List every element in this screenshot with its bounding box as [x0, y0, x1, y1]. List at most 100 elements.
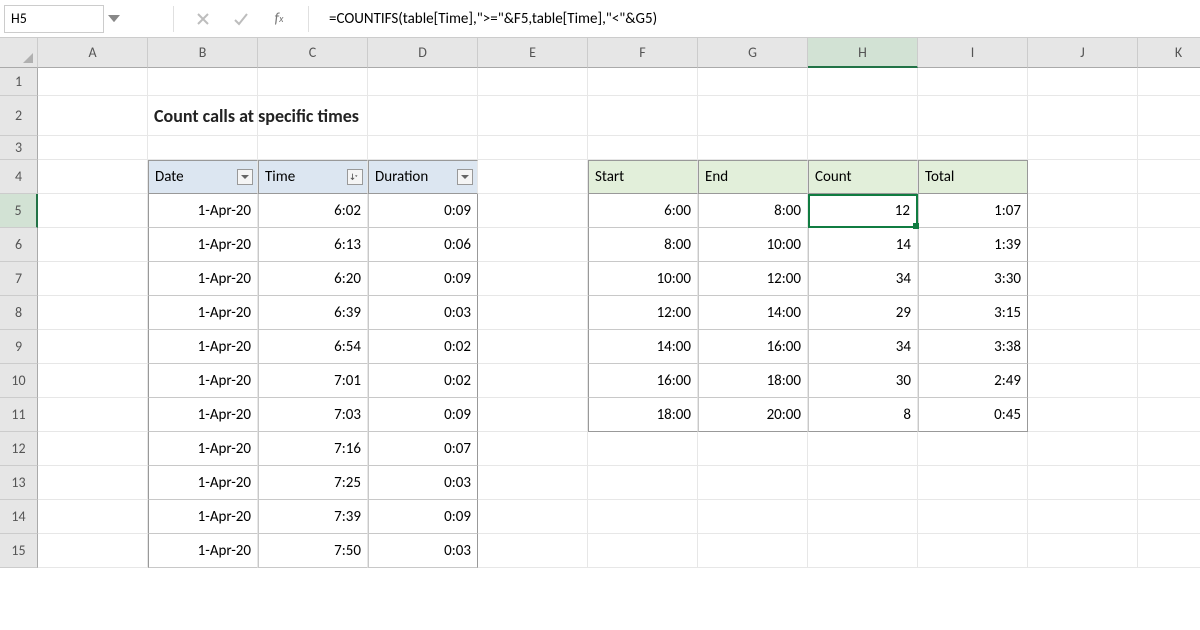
- cell-D2[interactable]: [368, 96, 478, 136]
- table2-cell-end-4[interactable]: 16:00: [698, 330, 808, 364]
- cell-E12[interactable]: [478, 432, 588, 466]
- name-box[interactable]: H5: [4, 5, 104, 33]
- column-header-F[interactable]: F: [588, 38, 698, 68]
- cell-J10[interactable]: [1028, 364, 1138, 398]
- enter-button[interactable]: [226, 4, 256, 34]
- table1-cell-dur-2[interactable]: 0:09: [368, 262, 478, 296]
- cell-A9[interactable]: [38, 330, 148, 364]
- page-title[interactable]: Count calls at specific times: [148, 96, 258, 136]
- table2-cell-count-4[interactable]: 34: [808, 330, 918, 364]
- table1-filter-time[interactable]: [347, 169, 363, 185]
- cell-A1[interactable]: [38, 68, 148, 96]
- table2-cell-end-1[interactable]: 10:00: [698, 228, 808, 262]
- table1-cell-date-5[interactable]: 1-Apr-20: [148, 364, 258, 398]
- table2-cell-total-0[interactable]: 1:07: [918, 194, 1028, 228]
- table2-cell-start-6[interactable]: 18:00: [588, 398, 698, 432]
- cell-C2[interactable]: [258, 96, 368, 136]
- row-header-15[interactable]: 15: [0, 534, 38, 568]
- cell-I1[interactable]: [918, 68, 1028, 96]
- cells-area[interactable]: Count calls at specific timesDateTimeDur…: [38, 68, 1200, 630]
- cell-J5[interactable]: [1028, 194, 1138, 228]
- cell-J1[interactable]: [1028, 68, 1138, 96]
- cell-E9[interactable]: [478, 330, 588, 364]
- cell-A12[interactable]: [38, 432, 148, 466]
- cell-G15[interactable]: [698, 534, 808, 568]
- cell-I14[interactable]: [918, 500, 1028, 534]
- cell-J6[interactable]: [1028, 228, 1138, 262]
- cell-K4[interactable]: [1138, 160, 1200, 194]
- row-header-8[interactable]: 8: [0, 296, 38, 330]
- cell-J2[interactable]: [1028, 96, 1138, 136]
- column-header-C[interactable]: C: [258, 38, 368, 68]
- cell-A8[interactable]: [38, 296, 148, 330]
- cell-K12[interactable]: [1138, 432, 1200, 466]
- table2-header-total[interactable]: Total: [918, 160, 1028, 194]
- cell-E11[interactable]: [478, 398, 588, 432]
- table1-cell-time-1[interactable]: 6:13: [258, 228, 368, 262]
- table1-cell-time-0[interactable]: 6:02: [258, 194, 368, 228]
- cell-E7[interactable]: [478, 262, 588, 296]
- column-header-H[interactable]: H: [808, 38, 918, 68]
- active-cell[interactable]: 12: [808, 194, 918, 228]
- cell-K10[interactable]: [1138, 364, 1200, 398]
- table1-cell-time-8[interactable]: 7:25: [258, 466, 368, 500]
- cell-K3[interactable]: [1138, 136, 1200, 160]
- table1-cell-time-3[interactable]: 6:39: [258, 296, 368, 330]
- cell-I2[interactable]: [918, 96, 1028, 136]
- cell-H3[interactable]: [808, 136, 918, 160]
- table1-cell-date-2[interactable]: 1-Apr-20: [148, 262, 258, 296]
- cell-B3[interactable]: [148, 136, 258, 160]
- cell-E3[interactable]: [478, 136, 588, 160]
- cell-F15[interactable]: [588, 534, 698, 568]
- select-all-corner[interactable]: [0, 38, 38, 68]
- table1-cell-date-7[interactable]: 1-Apr-20: [148, 432, 258, 466]
- column-header-G[interactable]: G: [698, 38, 808, 68]
- row-header-11[interactable]: 11: [0, 398, 38, 432]
- row-header-13[interactable]: 13: [0, 466, 38, 500]
- table2-cell-end-6[interactable]: 20:00: [698, 398, 808, 432]
- cell-E1[interactable]: [478, 68, 588, 96]
- table1-cell-dur-9[interactable]: 0:09: [368, 500, 478, 534]
- table1-cell-date-10[interactable]: 1-Apr-20: [148, 534, 258, 568]
- table1-cell-time-7[interactable]: 7:16: [258, 432, 368, 466]
- column-header-I[interactable]: I: [918, 38, 1028, 68]
- table2-cell-end-2[interactable]: 12:00: [698, 262, 808, 296]
- cell-J4[interactable]: [1028, 160, 1138, 194]
- cell-E14[interactable]: [478, 500, 588, 534]
- cell-F2[interactable]: [588, 96, 698, 136]
- cell-J3[interactable]: [1028, 136, 1138, 160]
- table2-cell-total-2[interactable]: 3:30: [918, 262, 1028, 296]
- table2-cell-total-5[interactable]: 2:49: [918, 364, 1028, 398]
- cell-H13[interactable]: [808, 466, 918, 500]
- table2-cell-start-1[interactable]: 8:00: [588, 228, 698, 262]
- cancel-button[interactable]: [188, 4, 218, 34]
- cell-H2[interactable]: [808, 96, 918, 136]
- cell-K2[interactable]: [1138, 96, 1200, 136]
- table2-cell-total-4[interactable]: 3:38: [918, 330, 1028, 364]
- row-header-14[interactable]: 14: [0, 500, 38, 534]
- cell-J14[interactable]: [1028, 500, 1138, 534]
- cell-K9[interactable]: [1138, 330, 1200, 364]
- table1-cell-dur-1[interactable]: 0:06: [368, 228, 478, 262]
- table1-cell-date-9[interactable]: 1-Apr-20: [148, 500, 258, 534]
- cell-H12[interactable]: [808, 432, 918, 466]
- table1-cell-time-4[interactable]: 6:54: [258, 330, 368, 364]
- table1-cell-date-8[interactable]: 1-Apr-20: [148, 466, 258, 500]
- table1-filter-duration[interactable]: [457, 169, 473, 185]
- cell-A15[interactable]: [38, 534, 148, 568]
- cell-K6[interactable]: [1138, 228, 1200, 262]
- table2-cell-total-3[interactable]: 3:15: [918, 296, 1028, 330]
- cell-G12[interactable]: [698, 432, 808, 466]
- cell-J15[interactable]: [1028, 534, 1138, 568]
- cell-E15[interactable]: [478, 534, 588, 568]
- row-header-7[interactable]: 7: [0, 262, 38, 296]
- table1-header-time[interactable]: Time: [258, 160, 368, 194]
- cell-G14[interactable]: [698, 500, 808, 534]
- cell-A13[interactable]: [38, 466, 148, 500]
- column-header-K[interactable]: K: [1138, 38, 1200, 68]
- table2-cell-start-0[interactable]: 6:00: [588, 194, 698, 228]
- table2-cell-count-2[interactable]: 34: [808, 262, 918, 296]
- cell-E2[interactable]: [478, 96, 588, 136]
- table2-cell-count-5[interactable]: 30: [808, 364, 918, 398]
- table2-cell-start-3[interactable]: 12:00: [588, 296, 698, 330]
